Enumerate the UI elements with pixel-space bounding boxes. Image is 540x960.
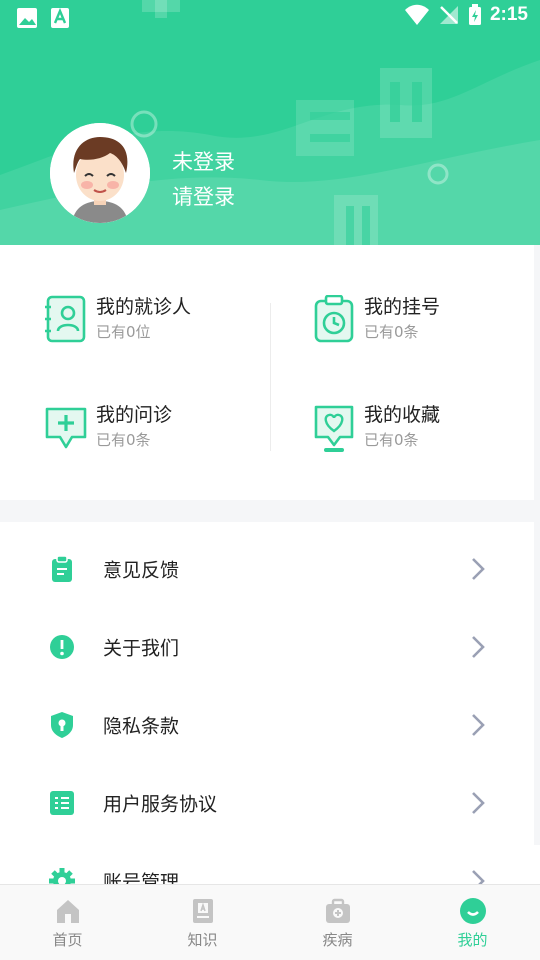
menu-item-account[interactable]: 账号管理 <box>0 842 540 884</box>
profile-header: 2:15 未登录 请登录 <box>0 0 540 245</box>
menu-item-about[interactable]: 关于我们 <box>0 608 540 686</box>
grid-subtitle: 已有0条 <box>364 323 419 341</box>
right-edge-strip <box>534 245 540 845</box>
menu-label: 账号管理 <box>103 871 180 885</box>
menu-item-user-agreement[interactable]: 用户服务协议 <box>0 764 540 842</box>
settings-menu: 意见反馈 关于我们 隐私条款 用户服务协议 账号管理 <box>0 522 540 884</box>
menu-item-privacy[interactable]: 隐私条款 <box>0 686 540 764</box>
grid-title: 我的挂号 <box>364 296 441 318</box>
grid-subtitle: 已有0条 <box>364 431 419 449</box>
login-prompt[interactable]: 请登录 <box>172 181 235 211</box>
login-status[interactable]: 未登录 <box>172 146 235 176</box>
menu-label: 意见反馈 <box>103 559 180 582</box>
consultation-chat-icon <box>45 407 87 449</box>
font-notification-icon <box>51 7 69 28</box>
grid-title: 我的问诊 <box>96 404 173 426</box>
my-registrations-card[interactable]: 我的挂号 已有0条 <box>312 295 440 345</box>
tab-label: 疾病 <box>322 931 353 949</box>
grid-subtitle: 已有0条 <box>96 431 151 449</box>
bottom-navigation: 首页 知识 疾病 我的 <box>0 884 540 960</box>
heart-favorite-icon <box>314 405 354 452</box>
feedback-clipboard-icon <box>52 555 72 582</box>
tab-disease[interactable]: 疾病 <box>270 885 405 960</box>
tab-label: 首页 <box>52 931 83 949</box>
shield-lock-icon <box>51 712 73 738</box>
wifi-icon <box>404 4 429 25</box>
quick-access-grid: 我的就诊人 已有0位 我的挂号 已有0条 我的问诊 已有0条 我的收藏 已有0条 <box>0 245 540 500</box>
avatar[interactable] <box>50 123 150 223</box>
home-icon <box>56 900 79 923</box>
battery-charging-icon <box>468 4 481 25</box>
grid-divider <box>270 303 271 451</box>
tab-knowledge[interactable]: 知识 <box>135 885 270 960</box>
document-list-icon <box>50 791 74 815</box>
grid-title: 我的就诊人 <box>96 296 192 318</box>
menu-label: 隐私条款 <box>103 715 180 738</box>
tab-mine[interactable]: 我的 <box>405 885 540 960</box>
medical-kit-icon <box>325 898 350 923</box>
menu-item-feedback[interactable]: 意见反馈 <box>0 530 540 608</box>
chevron-right-icon <box>472 558 485 580</box>
chevron-right-icon <box>472 870 485 884</box>
status-bar: 2:15 <box>0 0 540 36</box>
smile-profile-icon <box>459 898 486 924</box>
clock: 2:15 <box>489 4 528 25</box>
my-consultations-card[interactable]: 我的问诊 已有0条 <box>44 403 172 453</box>
my-favorites-card[interactable]: 我的收藏 已有0条 <box>312 403 440 453</box>
clipboard-clock-icon <box>314 295 354 343</box>
user-avatar-illustration <box>50 123 150 223</box>
patient-card-icon <box>45 295 86 343</box>
chevron-right-icon <box>472 792 485 814</box>
chevron-right-icon <box>472 636 485 658</box>
gallery-notification-icon <box>17 8 37 28</box>
grid-title: 我的收藏 <box>364 404 441 426</box>
tab-label: 我的 <box>457 931 488 949</box>
section-separator <box>0 500 540 522</box>
tab-home[interactable]: 首页 <box>0 885 135 960</box>
chevron-right-icon <box>472 714 485 736</box>
menu-label: 用户服务协议 <box>103 793 218 816</box>
tab-label: 知识 <box>187 931 218 949</box>
info-alert-icon <box>50 635 74 659</box>
book-icon <box>192 899 213 923</box>
no-signal-icon <box>439 6 458 24</box>
menu-label: 关于我们 <box>103 637 180 660</box>
my-patients-card[interactable]: 我的就诊人 已有0位 <box>44 295 191 345</box>
grid-subtitle: 已有0位 <box>96 323 151 341</box>
gear-icon <box>49 868 75 884</box>
